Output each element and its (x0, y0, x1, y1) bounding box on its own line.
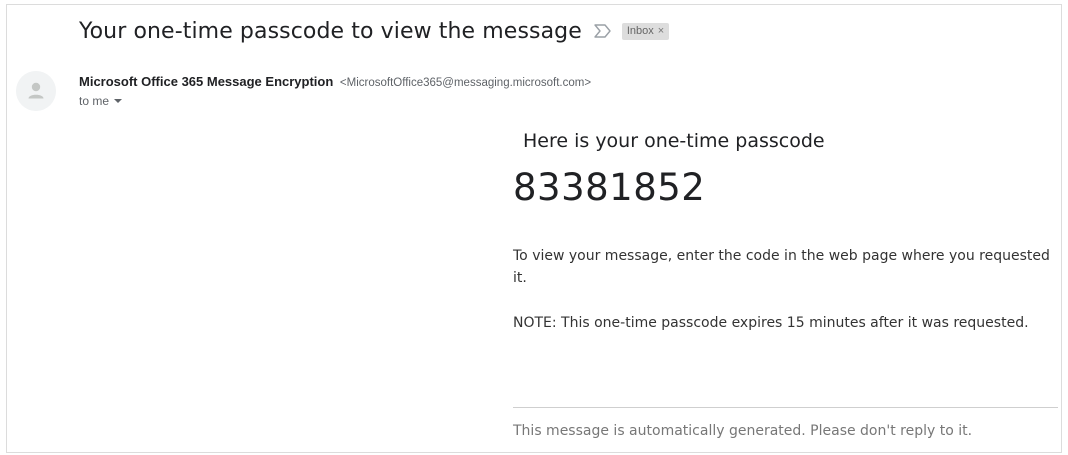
sender-row: Microsoft Office 365 Message Encryption … (79, 74, 591, 89)
auto-generated-note: This message is automatically generated.… (513, 423, 973, 439)
person-avatar-icon (16, 71, 56, 111)
sender-name[interactable]: Microsoft Office 365 Message Encryption (79, 74, 333, 89)
remove-label-icon[interactable]: × (658, 24, 664, 38)
recipient-row[interactable]: to me (79, 94, 123, 108)
email-subject: Your one-time passcode to view the messa… (79, 18, 582, 44)
expiry-note: NOTE: This one-time passcode expires 15 … (513, 315, 1029, 331)
sender-email: <MicrosoftOffice365@messaging.microsoft.… (339, 77, 592, 89)
email-view-frame (6, 4, 1062, 453)
passcode-heading: Here is your one-time passcode (523, 130, 825, 152)
footer-divider (513, 407, 1058, 408)
inbox-label-chip[interactable]: Inbox × (621, 22, 670, 40)
instructions-text: To view your message, enter the code in … (513, 248, 1050, 286)
label-chip-text: Inbox (626, 24, 654, 37)
importance-marker-icon[interactable] (594, 23, 614, 39)
passcode-value: 83381852 (513, 166, 706, 209)
sender-avatar[interactable] (16, 71, 56, 111)
caret-down-icon[interactable] (114, 99, 123, 103)
recipient-text: to me (79, 94, 110, 108)
subject-row: Your one-time passcode to view the messa… (79, 14, 670, 48)
